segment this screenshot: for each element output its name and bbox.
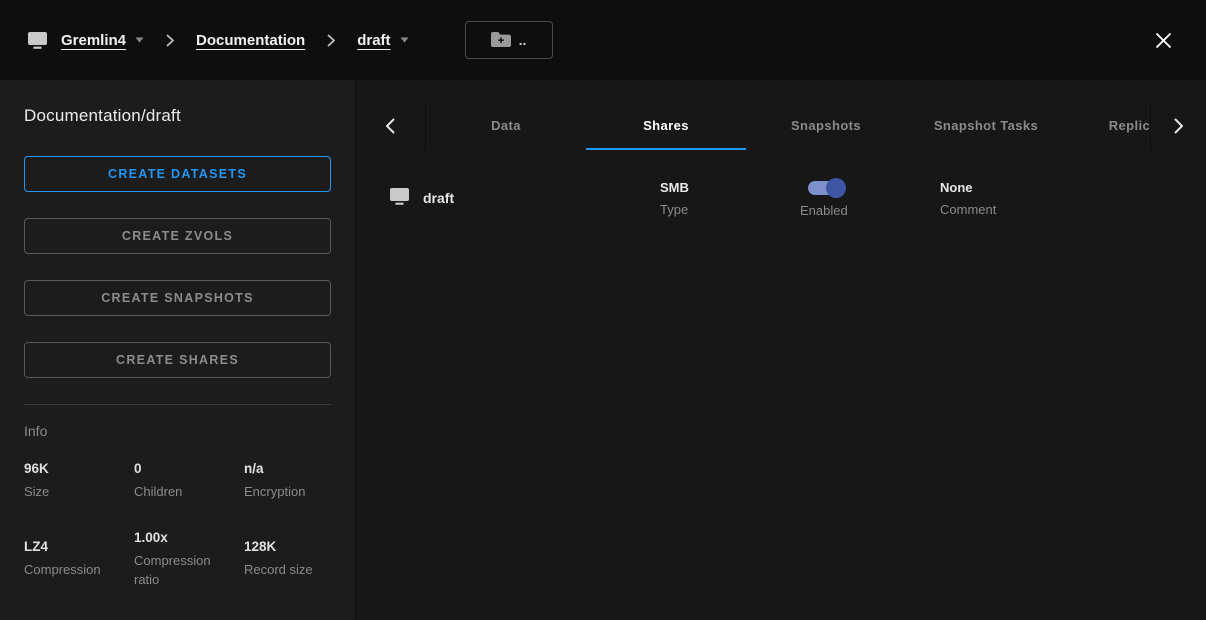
dataset-sidebar: Documentation/draft CREATE DATASETS CREA… <box>0 80 356 620</box>
stat-label: Size <box>24 483 134 502</box>
stat-value: 96K <box>24 461 134 476</box>
content-panel: Data Shares Snapshots Snapshot Tasks Rep… <box>356 80 1206 620</box>
toggle-thumb <box>826 178 846 198</box>
share-monitor-icon <box>390 188 409 208</box>
tab-shares[interactable]: Shares <box>586 102 746 150</box>
stat-size: 96K Size <box>24 461 134 502</box>
breadcrumb-parent[interactable]: Documentation <box>196 32 305 49</box>
stat-encryption: n/a Encryption <box>244 461 354 502</box>
stat-value: 128K <box>244 539 354 554</box>
share-comment-value: None <box>940 180 1206 195</box>
share-comment-label: Comment <box>940 202 1206 217</box>
share-type-cell: SMB Type <box>660 180 800 217</box>
sidebar-divider <box>24 404 331 405</box>
create-shares-button[interactable]: CREATE SHARES <box>24 342 331 378</box>
share-row[interactable]: draft SMB Type Enabled None Comment <box>390 166 1206 230</box>
share-enabled-cell: Enabled <box>800 178 940 218</box>
chevron-right-icon <box>327 34 335 47</box>
tabs-scroll-left-button[interactable] <box>356 102 426 150</box>
pool-chevron-down-icon[interactable] <box>135 37 144 43</box>
tab-replication[interactable]: Replication <box>1066 102 1150 150</box>
app-window: Gremlin4 Documentation draft .. <box>0 0 1206 620</box>
stat-label: Compression ratio <box>134 552 244 590</box>
stat-children: 0 Children <box>134 461 244 502</box>
dataset-chevron-down-icon[interactable] <box>400 37 409 43</box>
parent-directory-button[interactable]: .. <box>465 21 553 59</box>
share-name: draft <box>423 190 454 206</box>
stat-value: n/a <box>244 461 354 476</box>
create-datasets-button[interactable]: CREATE DATASETS <box>24 156 331 192</box>
close-icon[interactable] <box>1149 26 1178 55</box>
topbar: Gremlin4 Documentation draft .. <box>0 0 1206 80</box>
share-type-label: Type <box>660 202 800 217</box>
info-heading: Info <box>24 423 331 439</box>
create-snapshots-button[interactable]: CREATE SNAPSHOTS <box>24 280 331 316</box>
tab-strip: Data Shares Snapshots Snapshot Tasks Rep… <box>426 102 1150 150</box>
breadcrumb-current[interactable]: draft <box>357 32 390 49</box>
stat-compression: LZ4 Compression <box>24 539 134 580</box>
tabs-scroll-right-button[interactable] <box>1150 102 1206 150</box>
parent-directory-label: .. <box>519 32 527 48</box>
stat-record-size: 128K Record size <box>244 539 354 580</box>
share-enabled-label: Enabled <box>800 203 940 218</box>
share-enabled-toggle[interactable] <box>808 178 846 198</box>
dataset-monitor-icon <box>28 32 47 49</box>
stat-compression-ratio: 1.00x Compression ratio <box>134 530 244 590</box>
share-type-value: SMB <box>660 180 800 195</box>
tab-snapshots[interactable]: Snapshots <box>746 102 906 150</box>
stat-value: LZ4 <box>24 539 134 554</box>
stat-value: 0 <box>134 461 244 476</box>
info-stats-grid: 96K Size 0 Children n/a Encryption LZ4 C… <box>24 461 331 590</box>
folder-icon <box>491 31 511 50</box>
breadcrumb-pool[interactable]: Gremlin4 <box>61 32 126 49</box>
tab-snapshot-tasks[interactable]: Snapshot Tasks <box>906 102 1066 150</box>
chevron-right-icon <box>166 34 174 47</box>
page-title: Documentation/draft <box>24 106 331 126</box>
stat-label: Encryption <box>244 483 354 502</box>
share-comment-cell: None Comment <box>940 180 1206 217</box>
stat-label: Record size <box>244 561 354 580</box>
stat-label: Compression <box>24 561 134 580</box>
share-name-cell: draft <box>390 188 660 208</box>
stat-value: 1.00x <box>134 530 244 545</box>
tab-data[interactable]: Data <box>426 102 586 150</box>
main-area: Documentation/draft CREATE DATASETS CREA… <box>0 80 1206 620</box>
create-zvols-button[interactable]: CREATE ZVOLS <box>24 218 331 254</box>
stat-label: Children <box>134 483 244 502</box>
tab-bar: Data Shares Snapshots Snapshot Tasks Rep… <box>356 102 1206 150</box>
